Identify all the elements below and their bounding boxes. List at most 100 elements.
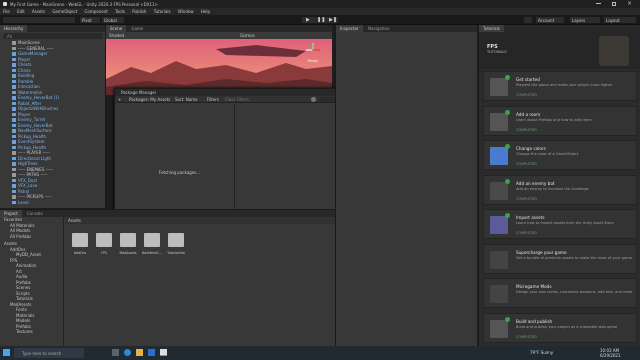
- asset-folder[interactable]: FPS: [93, 231, 115, 265]
- store-icon[interactable]: [148, 349, 155, 356]
- menu-edit[interactable]: Edit: [17, 9, 25, 14]
- tutorials-tabstrip: Tutorials: [479, 25, 640, 32]
- asset-folder[interactable]: TutorialInfo: [165, 231, 187, 265]
- tab-inspector[interactable]: Inspector: [336, 25, 363, 32]
- tutorial-card[interactable]: Get started Playtest the game and make yo…: [483, 71, 637, 101]
- taskbar-search-input[interactable]: Type here to search: [14, 348, 84, 358]
- weather-widget[interactable]: 79°F Sunny: [530, 350, 553, 355]
- asset-folder[interactable]: AddOns: [69, 231, 91, 265]
- tutorial-card[interactable]: Build and publish Build and publish your …: [483, 312, 637, 343]
- tutorial-card[interactable]: Supercharge your game Get a bundle of pre…: [483, 243, 637, 274]
- unity-hub-icon[interactable]: [160, 349, 167, 356]
- tutorial-card[interactable]: Change colors Change the color of a GameO…: [483, 140, 637, 170]
- gameobject-icon: [12, 173, 16, 177]
- play-icon[interactable]: ▶: [306, 17, 310, 23]
- package-manager-title: Package Manager: [121, 90, 157, 95]
- settings-icon[interactable]: [311, 96, 316, 102]
- add-package-icon[interactable]: +: [118, 97, 121, 102]
- layout-dropdown[interactable]: Layout: [604, 17, 636, 23]
- persp-label[interactable]: Persp: [308, 59, 318, 63]
- project-breadcrumb[interactable]: Assets: [68, 218, 81, 223]
- scene-view[interactable]: Scene Game Shaded Gizmos Persp: [106, 25, 332, 95]
- tutorials-header-subtitle: TUTORIALS: [487, 50, 507, 54]
- menu-component[interactable]: Component: [85, 9, 108, 14]
- unity-logo-icon: [3, 2, 7, 6]
- transform-tools[interactable]: [3, 17, 75, 23]
- close-icon[interactable]: ×: [627, 0, 632, 7]
- tutorial-card-title: Add a room: [516, 111, 541, 117]
- hierarchy-item-label: Enemy_Turret: [18, 117, 46, 122]
- menu-file[interactable]: File: [3, 9, 10, 14]
- hierarchy-item-label: Pickup_Health: [18, 144, 47, 150]
- packages-scope-dropdown[interactable]: Packages: My Assets: [129, 97, 170, 102]
- project-folder-item[interactable]: Textures: [0, 329, 63, 335]
- pivot-toggle[interactable]: Pivot: [80, 17, 100, 23]
- asset-folder[interactable]: NavMeshC...: [141, 231, 163, 265]
- edge-browser-icon[interactable]: [124, 349, 131, 356]
- global-toggle[interactable]: Global: [102, 17, 124, 23]
- project-tabstrip: Project Console: [0, 210, 335, 217]
- tutorial-card[interactable]: Add a room Learn about Prefabs and how to…: [483, 105, 637, 136]
- scene-gizmo-icon[interactable]: [306, 43, 320, 57]
- tutorial-card[interactable]: Add an enemy bot Add an enemy to increase…: [483, 174, 637, 205]
- hierarchy-tabstrip: Hierarchy: [0, 25, 105, 32]
- menu-assets[interactable]: Assets: [32, 9, 45, 14]
- scene-viewport[interactable]: [106, 39, 332, 95]
- layers-dropdown[interactable]: Layers: [570, 17, 600, 23]
- tutorial-card-title: Import assets: [516, 215, 545, 220]
- import-icon: [490, 216, 508, 234]
- asset-folder[interactable]: ModAssets: [117, 231, 139, 265]
- favorites-item[interactable]: All Prefabs: [0, 234, 63, 240]
- menu-publish[interactable]: Publish: [132, 9, 146, 14]
- minimize-icon[interactable]: [596, 3, 601, 4]
- cloud-icon[interactable]: [524, 17, 532, 23]
- folder-icon: [72, 233, 88, 247]
- tutorial-card[interactable]: Import assets Learn how to import assets …: [483, 209, 637, 239]
- menu-gameobject[interactable]: GameObject: [52, 9, 77, 14]
- gameobject-icon: [12, 52, 16, 56]
- menu-tools[interactable]: Tools: [115, 9, 125, 14]
- gameobject-icon: [12, 151, 16, 155]
- tutorial-card-title: Supercharge your game: [516, 249, 567, 255]
- asset-grid: AddOns FPS ModAssets NavMeshC... TutorialInf…: [65, 225, 335, 335]
- gameobject-icon: [12, 145, 16, 149]
- completed-check-icon: [505, 316, 510, 322]
- external-link-icon: [490, 250, 508, 269]
- clear-filters-button[interactable]: Clear Filters: [225, 97, 249, 102]
- gameobject-icon: [12, 107, 16, 111]
- maximize-icon[interactable]: [612, 1, 616, 6]
- windows-start-icon[interactable]: [3, 349, 10, 356]
- clock-date[interactable]: 6/29/2021: [600, 353, 621, 358]
- tutorial-card[interactable]: Microgame Mods Design your own levels, cu…: [483, 278, 637, 308]
- step-icon[interactable]: ▶❚: [329, 17, 337, 23]
- menu-tutorials[interactable]: Tutorials: [154, 9, 171, 14]
- gameobject-icon: [12, 101, 16, 105]
- tab-project[interactable]: Project: [0, 210, 22, 217]
- menu-help[interactable]: Help: [201, 9, 210, 14]
- shading-mode-dropdown[interactable]: Shaded: [109, 33, 124, 38]
- task-view-icon[interactable]: [112, 349, 119, 356]
- tab-console[interactable]: Console: [22, 210, 47, 217]
- menu-window[interactable]: Window: [178, 9, 194, 14]
- tab-game[interactable]: Game: [127, 25, 148, 32]
- tutorial-card-description: Playtest the game and make your player j…: [516, 83, 613, 87]
- file-explorer-icon[interactable]: [136, 349, 143, 356]
- gizmos-dropdown[interactable]: Gizmos: [240, 33, 255, 38]
- project-tree: Favorites All Materials All Models All Pref…: [0, 217, 64, 347]
- tab-tutorials[interactable]: Tutorials: [479, 25, 504, 32]
- pause-icon[interactable]: ❚❚: [317, 17, 325, 23]
- hierarchy-item-label: MainScene: [18, 40, 40, 45]
- filters-dropdown[interactable]: Filters: [207, 97, 219, 102]
- tutorial-card-title: Microgame Mods: [516, 284, 552, 289]
- hierarchy-item-label: VFX_Lava: [18, 183, 38, 188]
- hierarchy-item-label: Directional Light: [18, 155, 51, 161]
- hierarchy-search-input[interactable]: All: [3, 33, 103, 39]
- tab-hierarchy[interactable]: Hierarchy: [0, 25, 28, 32]
- account-dropdown[interactable]: Account: [536, 17, 564, 23]
- hierarchy-item[interactable]: Level: [0, 200, 106, 206]
- tab-navigation[interactable]: Navigation: [363, 25, 394, 32]
- tab-scene[interactable]: Scene: [106, 25, 127, 32]
- completed-check-icon: [505, 213, 510, 218]
- sort-dropdown[interactable]: Sort: Name: [175, 97, 198, 102]
- hierarchy-item-label: EventSystem: [18, 139, 45, 144]
